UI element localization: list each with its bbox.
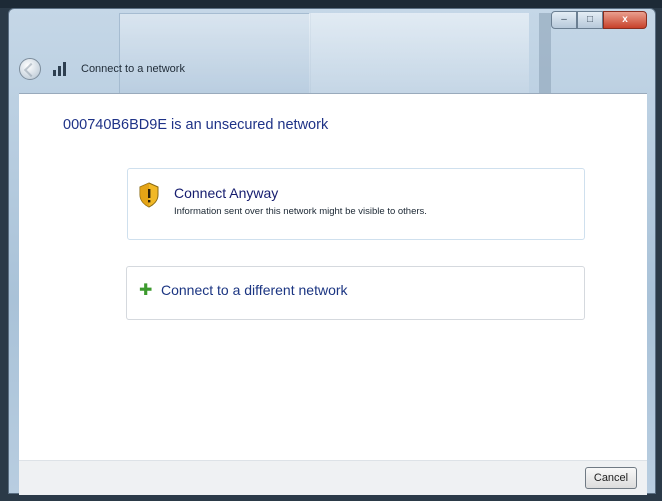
maximize-button[interactable]: □ (577, 11, 603, 29)
minimize-button[interactable]: – (551, 11, 577, 29)
network-icon (51, 60, 69, 78)
connect-anyway-label: Connect Anyway (174, 185, 279, 201)
connect-anyway-option[interactable]: Connect Anyway Information sent over thi… (127, 168, 585, 240)
connect-dialog-window: – □ x Connect to a network 000740B6BD9E … (8, 8, 656, 495)
dialog-footer: Cancel (19, 460, 647, 495)
connect-different-network-label: Connect to a different network (161, 282, 348, 298)
desktop-background (0, 0, 662, 8)
title-bar: Connect to a network (19, 53, 185, 85)
connect-different-network-option[interactable]: ✚ Connect to a different network (126, 266, 585, 320)
security-shield-icon (138, 182, 160, 208)
back-button[interactable] (19, 58, 41, 80)
network-warning-heading: 000740B6BD9E is an unsecured network (63, 117, 329, 133)
glass-reflection (539, 13, 551, 93)
window-title: Connect to a network (81, 63, 185, 75)
close-button[interactable]: x (603, 11, 647, 29)
dialog-content: 000740B6BD9E is an unsecured network Con… (19, 93, 647, 460)
glass-reflection (309, 13, 529, 93)
caption-buttons: – □ x (551, 11, 647, 29)
cancel-button[interactable]: Cancel (585, 467, 637, 489)
connect-anyway-description: Information sent over this network might… (174, 206, 427, 217)
green-arrow-icon: ✚ (139, 282, 153, 299)
